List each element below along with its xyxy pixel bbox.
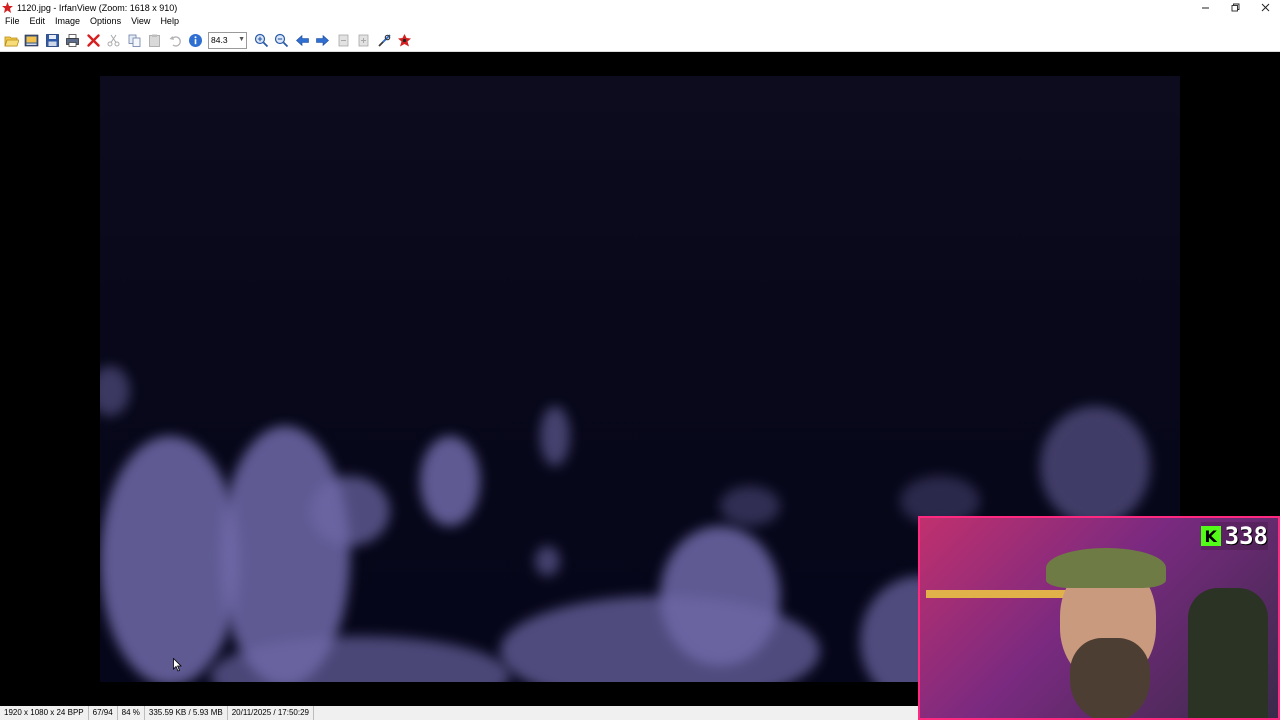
viewer-counter: K 338 <box>1200 522 1268 550</box>
last-page-icon <box>358 34 369 46</box>
restore-icon <box>1231 3 1239 12</box>
minimize-button[interactable] <box>1190 0 1220 15</box>
zoom-combobox[interactable]: ▼ <box>208 31 247 49</box>
kick-logo-icon: K <box>1200 526 1221 546</box>
close-icon <box>1261 3 1269 12</box>
menu-image[interactable]: Image <box>50 15 85 28</box>
chevron-down-icon[interactable]: ▼ <box>238 36 245 43</box>
info-icon <box>189 33 202 47</box>
mouse-cursor-icon <box>173 658 182 672</box>
irfanview-app-icon <box>2 2 13 13</box>
image-blob <box>540 406 570 466</box>
status-dimensions: 1920 x 1080 x 24 BPP <box>0 706 89 720</box>
window-controls <box>1190 0 1280 15</box>
menu-view[interactable]: View <box>126 15 155 28</box>
info-button[interactable] <box>186 31 205 50</box>
save-icon <box>45 33 59 47</box>
menu-help[interactable]: Help <box>155 15 184 28</box>
print-button[interactable] <box>63 31 82 50</box>
webcam-shelf <box>926 590 1076 598</box>
last-page-button[interactable] <box>354 31 373 50</box>
restore-button[interactable] <box>1220 0 1250 15</box>
slideshow-icon <box>24 34 39 46</box>
streamer-beard <box>1070 638 1150 718</box>
zoom-in-icon <box>254 33 268 47</box>
status-bar: 1920 x 1080 x 24 BPP 67/94 84 % 335.59 K… <box>0 706 918 720</box>
open-icon <box>3 36 19 46</box>
paste-icon <box>149 34 160 47</box>
image-blob <box>720 486 780 526</box>
image-blob <box>420 436 480 526</box>
cut-button[interactable] <box>104 31 123 50</box>
cut-icon <box>107 34 120 46</box>
viewer-count: 338 <box>1224 522 1268 550</box>
first-page-button[interactable] <box>334 31 353 50</box>
copy-icon <box>128 34 140 47</box>
image-blob <box>1040 406 1150 526</box>
slideshow-button[interactable] <box>22 31 41 50</box>
open-button[interactable] <box>2 31 21 50</box>
next-button[interactable] <box>313 31 332 50</box>
status-datetime: 20/11/2025 / 17:50:29 <box>228 706 314 720</box>
irfanview-logo-icon <box>398 33 411 46</box>
next-icon <box>316 34 329 46</box>
image-blob <box>535 546 560 576</box>
settings-button[interactable] <box>375 31 394 50</box>
minimize-icon <box>1201 7 1209 9</box>
menu-edit[interactable]: Edit <box>25 15 51 28</box>
image-blob <box>100 366 130 416</box>
copy-button[interactable] <box>125 31 144 50</box>
irfanview-logo-button[interactable] <box>395 31 414 50</box>
zoom-out-icon <box>274 33 289 47</box>
streamer-cap <box>1046 548 1166 588</box>
previous-icon <box>295 34 309 46</box>
zoom-in-button[interactable] <box>252 31 271 50</box>
delete-icon <box>86 33 100 47</box>
delete-button[interactable] <box>84 31 103 50</box>
toolbar: ▼ <box>0 29 1280 52</box>
menu-file[interactable]: File <box>0 15 25 28</box>
image-blob <box>310 476 390 546</box>
print-icon <box>66 33 79 47</box>
status-position: 67/94 <box>89 706 118 720</box>
first-page-icon <box>338 34 348 46</box>
close-button[interactable] <box>1250 0 1280 15</box>
paste-button[interactable] <box>145 31 164 50</box>
menu-bar: File Edit Image Options View Help <box>0 15 1280 28</box>
irfanview-window: 1120.jpg - IrfanView (Zoom: 1618 x 910) … <box>0 0 1280 720</box>
undo-icon <box>169 35 181 47</box>
save-button[interactable] <box>43 31 62 50</box>
settings-icon <box>377 33 391 47</box>
webcam-chair <box>1188 588 1268 718</box>
undo-button[interactable] <box>166 31 185 50</box>
status-zoom: 84 % <box>118 706 145 720</box>
zoom-out-button[interactable] <box>272 31 291 50</box>
previous-button[interactable] <box>293 31 312 50</box>
webcam-overlay: K 338 <box>918 516 1280 720</box>
title-bar: 1120.jpg - IrfanView (Zoom: 1618 x 910) <box>0 0 1280 15</box>
status-size: 335.59 KB / 5.93 MB <box>145 706 228 720</box>
zoom-input[interactable] <box>209 35 235 45</box>
menu-options[interactable]: Options <box>85 15 126 28</box>
image-blob <box>100 436 240 682</box>
window-title: 1120.jpg - IrfanView (Zoom: 1618 x 910) <box>17 2 178 13</box>
